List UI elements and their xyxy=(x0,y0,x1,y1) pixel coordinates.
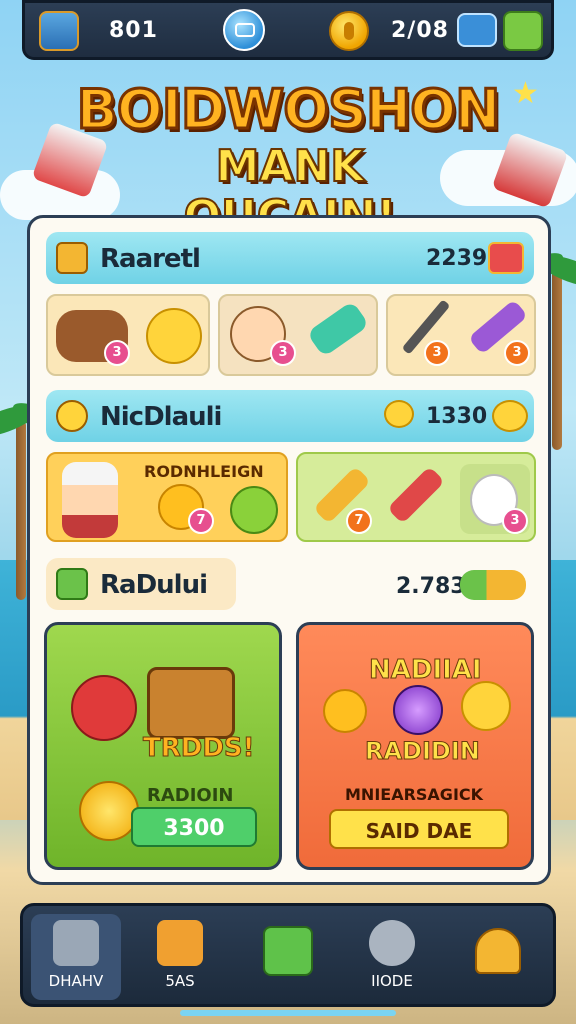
section-label: NicDlauli xyxy=(100,402,222,432)
count-badge: 3 xyxy=(504,340,530,366)
hammer-icon xyxy=(53,920,99,966)
item-card[interactable]: 3 xyxy=(218,294,378,376)
section-value: 2239 xyxy=(426,246,488,271)
nav-item[interactable]: IIODE xyxy=(347,914,437,1000)
lemon-icon xyxy=(492,400,528,432)
left-card-title: TRDDS! xyxy=(143,733,256,764)
count-badge: 7 xyxy=(188,508,214,534)
count-badge: 3 xyxy=(502,508,528,534)
nav-item[interactable]: DHAHV xyxy=(31,914,121,1000)
marker-icon xyxy=(387,466,445,524)
section-header[interactable]: Raaretl 2239 xyxy=(46,232,534,284)
item-card[interactable]: 3 3 xyxy=(386,294,536,376)
section-value: 1330 xyxy=(426,404,488,429)
item-card[interactable]: 7 3 xyxy=(296,452,536,542)
left-offer-card[interactable]: TRDDS! RADIOIN 3300 xyxy=(44,622,282,870)
nav-label: IIODE xyxy=(371,972,413,990)
count-badge: 3 xyxy=(104,340,130,366)
slime-icon xyxy=(230,486,278,534)
currency-a-value: 801 xyxy=(109,18,158,43)
chest-icon xyxy=(488,242,524,274)
currency-b-value: 2/08 xyxy=(391,18,449,43)
count-badge: 7 xyxy=(346,508,372,534)
tomato-icon xyxy=(71,675,137,741)
box-icon xyxy=(263,926,313,976)
card-banner: RODNHLEIGN xyxy=(144,462,264,481)
nav-item[interactable] xyxy=(241,914,331,1000)
coin-icon xyxy=(329,11,369,51)
left-card-subtitle: RADIOIN xyxy=(147,785,234,806)
smiley-icon xyxy=(56,400,88,432)
star-icon: ★ xyxy=(512,77,539,110)
profile-icon[interactable] xyxy=(39,11,79,51)
smiley-icon xyxy=(146,308,202,364)
section-label: RaDului xyxy=(100,570,208,600)
sun-icon xyxy=(384,400,414,428)
right-card-subtitle: RADIDIN xyxy=(365,737,481,766)
orb-icon xyxy=(393,685,443,735)
shop-icon[interactable] xyxy=(503,11,543,51)
right-card-title: NADIIAI xyxy=(369,655,483,686)
game-title: BOIDWOSHON xyxy=(75,78,502,141)
tools-icon xyxy=(157,920,203,966)
section-header[interactable]: NicDlauli 1330 xyxy=(46,390,534,442)
crate-icon xyxy=(147,667,235,739)
count-badge: 3 xyxy=(424,340,450,366)
section-label: Raaretl xyxy=(100,244,201,274)
gear-icon xyxy=(369,920,415,966)
chef-avatar xyxy=(62,462,118,538)
count-badge: 3 xyxy=(270,340,296,366)
right-offer-card[interactable]: NADIIAI RADIDIN MNIEARSAGICK SAID DAE xyxy=(296,622,534,870)
nav-item[interactable]: 5AS xyxy=(135,914,225,1000)
bell-icon xyxy=(323,689,367,733)
potion-icon xyxy=(306,300,370,358)
price-button[interactable]: 3300 xyxy=(131,807,257,847)
nav-label: 5AS xyxy=(165,972,195,990)
toggle-icon[interactable] xyxy=(460,570,526,600)
claim-button[interactable]: SAID DAE xyxy=(329,809,509,849)
section-value: 2.783 xyxy=(396,574,466,599)
chat-icon[interactable] xyxy=(223,9,265,51)
gold-coin-icon xyxy=(79,781,139,841)
right-card-caption: MNIEARSAGICK xyxy=(345,785,484,804)
bell-icon xyxy=(475,928,521,974)
bottom-navigation: DHAHV 5AS IIODE xyxy=(20,903,556,1007)
sun-face-icon xyxy=(461,681,511,731)
item-card[interactable]: 3 xyxy=(46,294,210,376)
item-card[interactable]: RODNHLEIGN 7 xyxy=(46,452,288,542)
nav-item[interactable] xyxy=(453,914,543,1000)
shield-icon xyxy=(56,568,88,600)
section-header[interactable]: RaDului xyxy=(46,558,236,610)
home-indicator xyxy=(180,1010,396,1016)
top-status-bar: 801 2/08 xyxy=(22,0,554,60)
crate-icon xyxy=(56,242,88,274)
nav-label: DHAHV xyxy=(48,972,104,990)
chat-bubble-icon[interactable] xyxy=(457,13,497,47)
